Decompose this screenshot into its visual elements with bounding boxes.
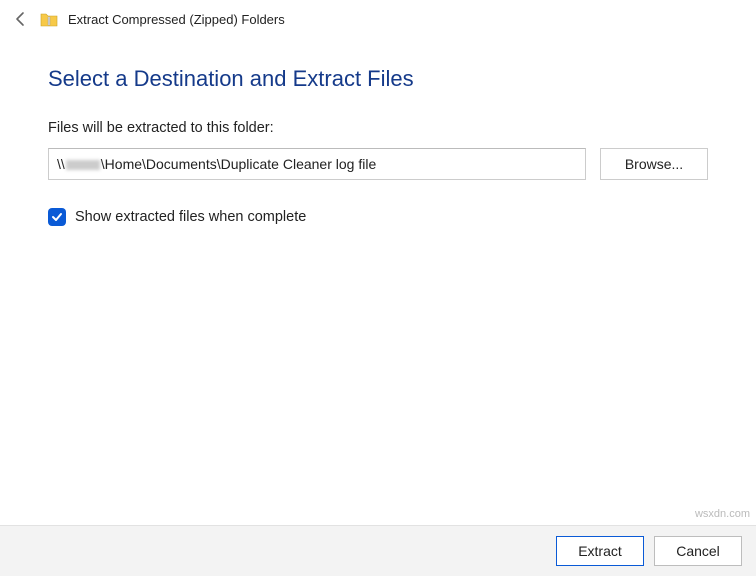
- show-extracted-checkbox[interactable]: [48, 208, 66, 226]
- destination-path-input[interactable]: \\ \Home\Documents\Duplicate Cleaner log …: [48, 148, 586, 180]
- cancel-button[interactable]: Cancel: [654, 536, 742, 566]
- path-suffix: \Home\Documents\Duplicate Cleaner log fi…: [101, 156, 376, 172]
- zipped-folder-icon: [40, 11, 58, 27]
- browse-button[interactable]: Browse...: [600, 148, 708, 180]
- redacted-segment: [66, 160, 100, 170]
- window-title: Extract Compressed (Zipped) Folders: [68, 12, 285, 27]
- watermark: wsxdn.com: [695, 508, 750, 520]
- dialog-footer: Extract Cancel: [0, 525, 756, 576]
- show-extracted-label: Show extracted files when complete: [75, 209, 306, 225]
- extract-button[interactable]: Extract: [556, 536, 644, 566]
- back-arrow-icon[interactable]: [12, 10, 30, 28]
- path-prefix: \\: [57, 156, 65, 172]
- page-heading: Select a Destination and Extract Files: [48, 66, 708, 92]
- destination-label: Files will be extracted to this folder:: [48, 120, 708, 136]
